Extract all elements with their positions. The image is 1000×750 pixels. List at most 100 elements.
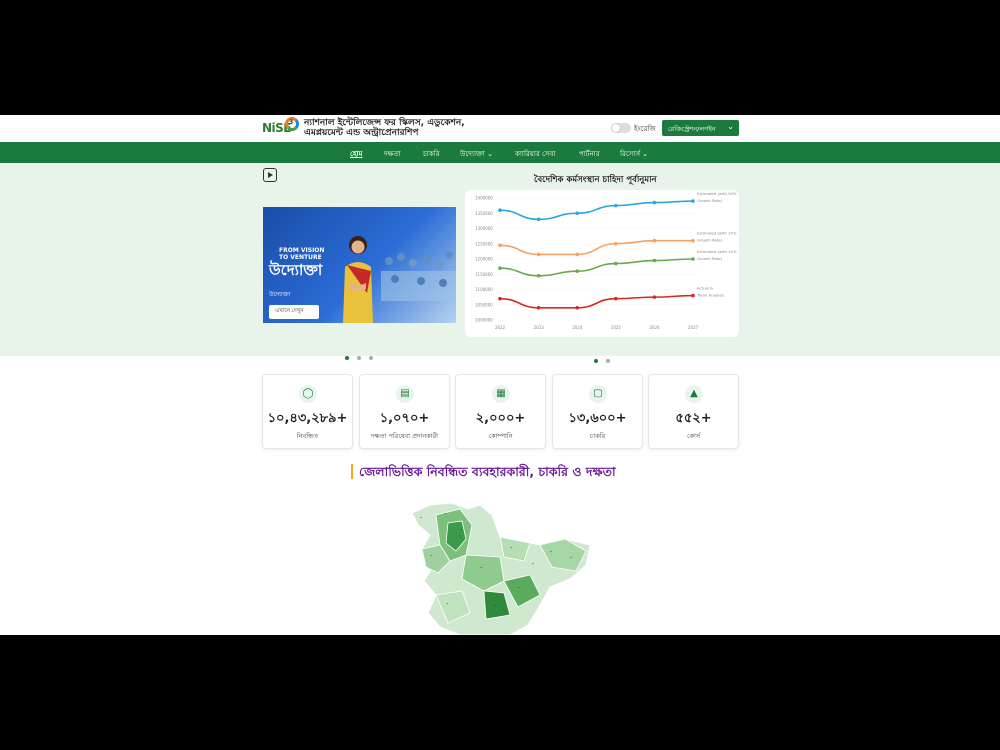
data-point[interactable]: [498, 296, 502, 301]
nise-logo[interactable]: NiSE 3: [262, 117, 299, 140]
nav-jobs[interactable]: চাকরি: [423, 148, 440, 160]
data-point[interactable]: [614, 241, 618, 246]
data-point[interactable]: [614, 261, 618, 266]
stats-row: ◯ ১০,৪৩,২৮৯+ নিবন্ধিত ▤ ১,০৭০+ দক্ষতা পর…: [262, 374, 740, 449]
series-label: Trend Analysis: [696, 293, 724, 298]
data-point[interactable]: [575, 306, 579, 310]
district-map[interactable]: • • • • • • • • • • • •: [400, 495, 600, 635]
data-point[interactable]: [652, 295, 657, 299]
stat-label: কোর্স: [686, 432, 701, 440]
data-point[interactable]: [536, 217, 541, 222]
series-line: [499, 258, 694, 277]
data-point[interactable]: [536, 273, 541, 278]
main-navbar: হোম দক্ষতা চাকরি উদ্যোক্তা ⌄ ক্যারিয়ার …: [0, 142, 1000, 163]
y-tick-label: 1250000: [475, 241, 493, 246]
stat-card-companies[interactable]: ▦ ২,০০০+ কোম্পানি: [455, 374, 546, 449]
data-point[interactable]: [536, 252, 541, 257]
svg-text:•: •: [460, 528, 462, 532]
data-point[interactable]: [691, 199, 695, 203]
y-tick-label: 1400000: [475, 196, 493, 201]
data-point[interactable]: [498, 266, 502, 270]
x-tick-label: 2023: [534, 325, 545, 330]
banner-line1: FROM VISION: [279, 247, 325, 254]
user-icon: ◯: [299, 385, 317, 403]
stat-card-jobs[interactable]: ▢ ১৩,৬০০+ চাকরি: [552, 374, 643, 449]
stat-value: ৫৫২+: [675, 411, 712, 426]
svg-text:•: •: [480, 566, 482, 570]
stat-card-skill-providers[interactable]: ▤ ১,০৭০+ দক্ষতা পরিষেবা প্রদানকারী: [359, 374, 450, 449]
banner-view-button[interactable]: এখানে দেখুন: [269, 305, 319, 319]
data-point[interactable]: [691, 257, 695, 261]
data-point[interactable]: [614, 296, 618, 301]
data-point[interactable]: [652, 200, 657, 205]
chart-carousel-dots: [594, 348, 618, 363]
graduation-cap-icon: ▲: [685, 385, 703, 403]
stat-label: কোম্পানি: [488, 432, 513, 440]
banner-carousel-dots: [345, 345, 381, 360]
data-point[interactable]: [652, 258, 657, 263]
briefcase-icon: ▢: [589, 385, 607, 403]
chart-title: বৈদেশিক কর্মসংস্থান চাহিদা পূর্বানুমান: [534, 175, 657, 185]
nav-resource-label: রিসোর্স: [620, 150, 640, 158]
logo-ring-icon: 3: [285, 117, 299, 131]
nav-entrepreneur[interactable]: উদ্যোক্তা ⌄: [460, 148, 493, 160]
y-tick-label: 1000000: [475, 318, 493, 323]
woman-illustration: [343, 236, 373, 323]
series-label: Estimated (with 20%: [697, 191, 737, 196]
nav-skills[interactable]: দক্ষতা: [384, 148, 401, 160]
carousel-dot[interactable]: [345, 356, 349, 360]
y-tick-label: 1050000: [475, 302, 493, 307]
stat-label: চাকরি: [589, 432, 606, 440]
play-icon[interactable]: [263, 168, 277, 182]
nav-career-service[interactable]: ক্যারিয়ার সেবা: [515, 148, 555, 160]
carousel-dot[interactable]: [594, 359, 598, 363]
nav-resource[interactable]: রিসোর্স ⌄: [620, 148, 648, 160]
y-tick-label: 1100000: [475, 287, 493, 292]
nav-partner[interactable]: পার্টনার: [579, 148, 600, 160]
hero-banner[interactable]: FROM VISION TO VENTURE উদ্যোক্তা উদ্যোক্ত…: [263, 207, 456, 323]
stat-value: ১০,৪৩,২৮৯+: [267, 411, 348, 426]
carousel-dot[interactable]: [357, 356, 361, 360]
carousel-dot[interactable]: [606, 359, 610, 363]
x-tick-label: 2024: [572, 325, 583, 330]
hero-section: FROM VISION TO VENTURE উদ্যোক্তা উদ্যোক্ত…: [0, 163, 1000, 363]
data-point[interactable]: [575, 252, 579, 257]
data-point[interactable]: [652, 238, 657, 243]
series-label: Estimated (with 10%: [697, 249, 737, 254]
banner-title: উদ্যোক্তা: [269, 261, 323, 279]
svg-text:•: •: [532, 562, 534, 566]
top-header: NiSE 3 ন্যাশনাল ইন্টেলিজেন্স ফর স্কিলস, …: [0, 115, 1000, 142]
language-toggle[interactable]: [611, 123, 631, 133]
y-tick-label: 1300000: [475, 226, 493, 231]
svg-text:•: •: [446, 602, 448, 606]
nav-home[interactable]: হোম: [350, 148, 362, 160]
org-name: ন্যাশনাল ইন্টেলিজেন্স ফর স্কিলস, এডুকেশন…: [304, 118, 465, 138]
series-line: [499, 200, 694, 221]
section-title: জেলাভিত্তিক নিবন্ধিত ব্যবহারকারী, চাকরি …: [351, 464, 616, 479]
data-point[interactable]: [536, 306, 541, 310]
x-tick-label: 2027: [688, 325, 699, 330]
chevron-down-icon: ⌄: [639, 150, 649, 158]
data-point[interactable]: [691, 238, 695, 243]
stat-card-registered[interactable]: ◯ ১০,৪৩,২৮৯+ নিবন্ধিত: [262, 374, 353, 449]
data-point[interactable]: [575, 211, 579, 216]
stat-card-courses[interactable]: ▲ ৫৫২+ কোর্স: [648, 374, 739, 449]
series-label: Growth Rate): [697, 256, 723, 261]
x-tick-label: 2022: [495, 325, 506, 330]
data-point[interactable]: [575, 269, 579, 273]
stat-value: ১,০৭০+: [379, 411, 430, 426]
series-label: Estimated (with 15%: [697, 231, 737, 236]
svg-text:•: •: [420, 516, 422, 520]
y-tick-label: 1350000: [475, 211, 493, 216]
data-point[interactable]: [498, 243, 502, 248]
data-point[interactable]: [498, 208, 502, 212]
svg-text:•: •: [518, 586, 520, 590]
login-button[interactable]: রেজিস্ট্রেশন/লগইন ⌄: [662, 120, 739, 136]
chevron-down-icon: ⌄: [484, 150, 493, 158]
carousel-dot[interactable]: [369, 356, 373, 360]
data-point[interactable]: [691, 293, 695, 298]
data-point[interactable]: [614, 203, 618, 208]
login-label: রেজিস্ট্রেশন/লগইন: [668, 125, 716, 133]
building-icon: ▦: [492, 385, 510, 403]
nav-entrepreneur-label: উদ্যোক্তা: [460, 150, 485, 158]
